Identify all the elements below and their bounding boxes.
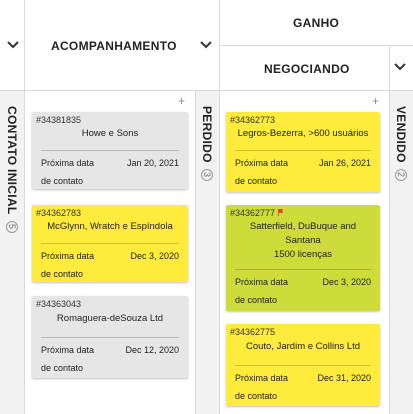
lane-label: CONTATO INICIAL <box>5 106 19 215</box>
deal-title-line: 1500 licenças <box>273 249 333 260</box>
chevron-down-icon[interactable] <box>199 40 213 50</box>
lane-count-badge: 2 <box>395 168 407 181</box>
deal-card[interactable]: #34362773 Legros-Bezerra, >600 usuários … <box>226 112 380 192</box>
divider <box>41 243 179 244</box>
chevron-down-icon[interactable] <box>6 40 20 50</box>
divider <box>389 45 390 414</box>
lane-label: VENDIDO <box>394 106 408 163</box>
next-contact-date: Dec 12, 2020 <box>125 345 179 355</box>
next-contact-label: Próxima data <box>41 345 95 355</box>
lane-perdido[interactable]: PERDIDO 3 <box>200 106 214 181</box>
deal-title: Legros-Bezerra, >600 usuários <box>237 128 369 139</box>
divider <box>235 269 371 270</box>
next-contact-label: Próxima data <box>235 277 289 287</box>
divider <box>41 150 179 151</box>
deal-card[interactable]: #34362777 Satterfield, DuBuque and Santa… <box>226 205 380 311</box>
divider <box>195 90 196 414</box>
deal-title-line: Santana <box>285 235 321 246</box>
deal-id: #34381835 <box>36 115 82 125</box>
lane-label: PERDIDO <box>200 106 214 163</box>
divider <box>0 90 413 91</box>
next-contact-date: Dec 3, 2020 <box>130 251 179 261</box>
next-contact-label: de contato <box>41 363 84 373</box>
next-contact-label: Próxima data <box>235 373 289 383</box>
add-card-button[interactable]: + <box>178 95 185 107</box>
deal-title: Howe e Sons <box>81 128 139 139</box>
deal-title-line: Satterfield, DuBuque and <box>249 221 357 232</box>
column-header-negociando: NEGOCIANDO <box>264 62 350 76</box>
deal-title: Romaguera-deSouza Ltd <box>56 313 164 324</box>
next-contact-date: Dec 31, 2020 <box>317 373 371 383</box>
deal-id: #34363043 <box>36 299 82 309</box>
lane-vendido[interactable]: VENDIDO 2 <box>394 106 408 181</box>
divider <box>219 45 413 46</box>
next-contact-label: de contato <box>235 176 278 186</box>
next-contact-label: de contato <box>235 295 278 305</box>
lane-count-badge: 3 <box>201 168 213 181</box>
flag-icon <box>278 209 283 216</box>
add-card-button[interactable]: + <box>372 95 379 107</box>
deal-card[interactable]: #34362783 McGlynn, Wratch e Espíndola Pr… <box>32 205 188 282</box>
next-contact-date: Jan 20, 2021 <box>126 158 179 168</box>
divider <box>24 0 25 414</box>
lane-contato-inicial[interactable]: CONTATO INICIAL 5 <box>5 106 19 233</box>
divider <box>235 365 371 366</box>
deal-id: #34362777 <box>230 208 276 218</box>
deal-id: #34362783 <box>36 208 82 218</box>
chevron-down-icon[interactable] <box>393 62 407 72</box>
next-contact-label: Próxima data <box>235 158 289 168</box>
divider <box>235 150 371 151</box>
next-contact-label: Próxima data <box>41 158 95 168</box>
next-contact-label: Próxima data <box>41 251 95 261</box>
deal-title: McGlynn, Wratch e Espíndola <box>47 221 173 232</box>
deal-card[interactable]: #34362775 Couto, Jardim e Collins Ltd Pr… <box>226 324 380 406</box>
column-header-ganho: GANHO <box>293 16 340 30</box>
deal-id: #34362775 <box>230 327 276 337</box>
next-contact-date: Jan 26, 2021 <box>318 158 371 168</box>
deal-card[interactable]: #34363043 Romaguera-deSouza Ltd Próxima … <box>32 296 188 378</box>
divider <box>219 0 220 414</box>
next-contact-label: de contato <box>235 391 278 401</box>
lane-count-badge: 5 <box>6 220 18 233</box>
deal-title: Couto, Jardim e Collins Ltd <box>245 341 361 352</box>
deal-card[interactable]: #34381835 Howe e Sons Próxima data de co… <box>32 112 188 189</box>
deal-id: #34362773 <box>230 115 276 125</box>
column-header-acompanhamento: ACOMPANHAMENTO <box>51 39 177 53</box>
divider <box>41 337 179 338</box>
next-contact-label: de contato <box>41 269 84 279</box>
next-contact-date: Dec 3, 2020 <box>322 277 371 287</box>
next-contact-label: de contato <box>41 176 84 186</box>
